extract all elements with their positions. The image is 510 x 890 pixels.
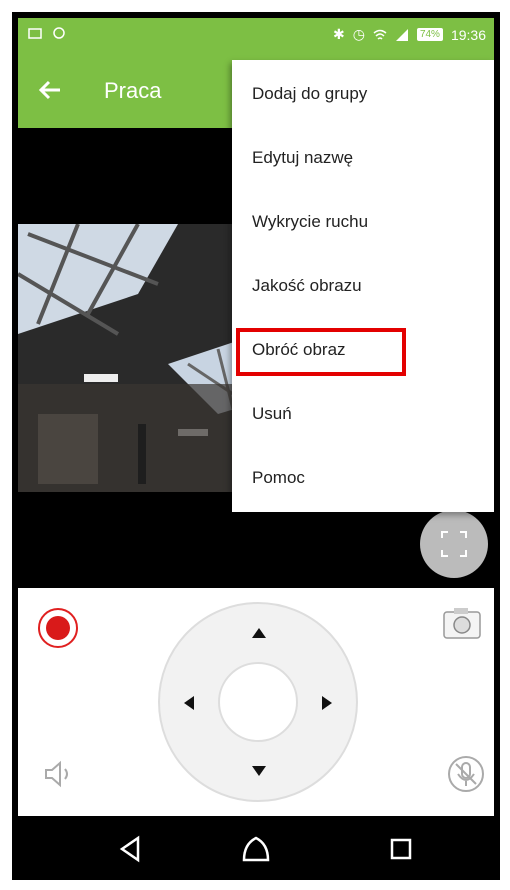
phone-screen: ✱ ◷ 74% 19:36 Praca Dodaj do grupy Edytu… bbox=[12, 12, 500, 880]
battery-indicator: 74% bbox=[416, 28, 443, 41]
joystick-center[interactable] bbox=[218, 662, 298, 742]
system-nav-bar bbox=[18, 816, 494, 880]
alarm-icon: ◷ bbox=[352, 26, 365, 42]
bluetooth-icon: ✱ bbox=[332, 26, 345, 42]
nav-home-icon[interactable] bbox=[239, 832, 273, 866]
signal-icon bbox=[395, 28, 408, 41]
status-bar: ✱ ◷ 74% 19:36 bbox=[18, 18, 494, 52]
menu-item-edit-name[interactable]: Edytuj nazwę bbox=[232, 126, 494, 190]
screenshot-icon bbox=[28, 28, 42, 39]
camera-controls bbox=[18, 588, 494, 816]
pan-left-icon[interactable] bbox=[184, 696, 194, 710]
fullscreen-button[interactable] bbox=[420, 510, 488, 578]
pan-right-icon[interactable] bbox=[322, 696, 332, 710]
menu-item-delete[interactable]: Usuń bbox=[232, 382, 494, 446]
clock: 19:36 bbox=[450, 26, 486, 43]
speaker-icon[interactable] bbox=[40, 756, 76, 792]
ptz-joystick[interactable] bbox=[158, 602, 358, 802]
microphone-off-icon[interactable] bbox=[446, 754, 486, 794]
fullscreen-icon bbox=[441, 531, 467, 557]
menu-item-motion-detection[interactable]: Wykrycie ruchu bbox=[232, 190, 494, 254]
nav-back-icon[interactable] bbox=[114, 832, 148, 866]
page-title: Praca bbox=[104, 78, 162, 103]
back-arrow-icon[interactable] bbox=[36, 76, 64, 104]
menu-item-add-to-group[interactable]: Dodaj do grupy bbox=[232, 62, 494, 126]
record-button[interactable] bbox=[38, 608, 78, 648]
nav-recent-icon[interactable] bbox=[384, 832, 418, 866]
overflow-menu: Dodaj do grupy Edytuj nazwę Wykrycie ruc… bbox=[232, 60, 494, 512]
pan-up-icon[interactable] bbox=[252, 628, 266, 638]
wifi-icon bbox=[373, 29, 387, 40]
highlight-box bbox=[236, 328, 406, 376]
pan-down-icon[interactable] bbox=[252, 766, 266, 776]
menu-item-help[interactable]: Pomoc bbox=[232, 446, 494, 510]
menu-item-image-quality[interactable]: Jakość obrazu bbox=[232, 254, 494, 318]
camera-icon[interactable] bbox=[442, 606, 482, 640]
record-icon bbox=[46, 616, 70, 640]
cloud-icon bbox=[53, 27, 65, 39]
